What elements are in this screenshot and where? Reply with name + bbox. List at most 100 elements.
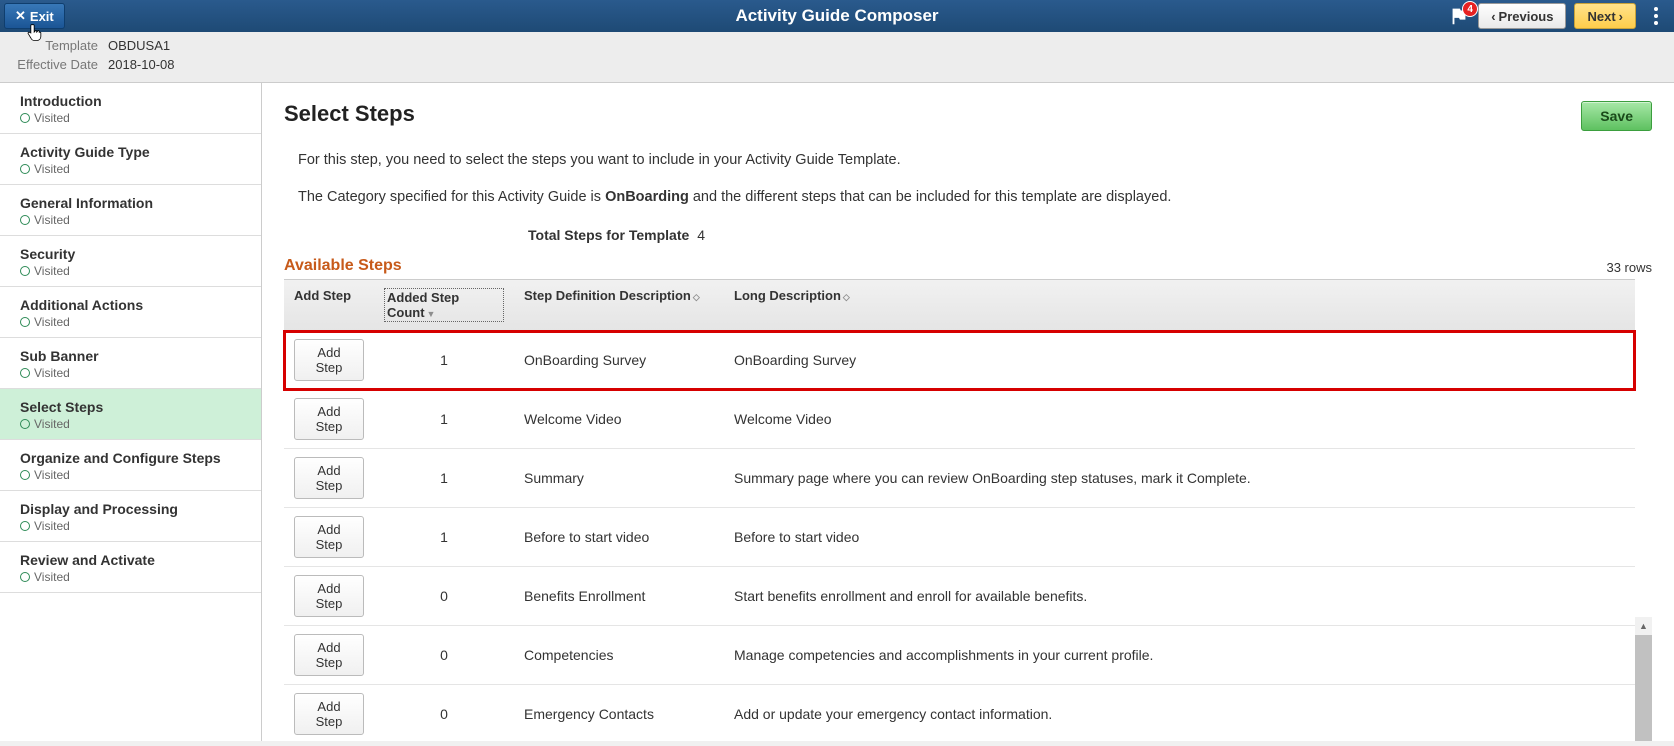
step-def-cell: Competencies — [514, 639, 724, 671]
sidebar-item-status: Visited — [20, 162, 249, 176]
banner: ✕ Exit Activity Guide Composer 4 ‹ Previ… — [0, 0, 1674, 32]
grid-header: Add Step Added Step Count▼ Step Definiti… — [284, 280, 1635, 331]
col-long-desc[interactable]: Long Description◇ — [724, 280, 1635, 330]
status-circle-icon — [20, 572, 30, 582]
long-desc-cell: Manage competencies and accomplishments … — [724, 639, 1635, 671]
template-label: Template — [0, 38, 98, 53]
add-step-button[interactable]: Add Step — [294, 693, 364, 735]
effective-date-value: 2018-10-08 — [108, 57, 175, 72]
status-circle-icon — [20, 113, 30, 123]
scroll-thumb[interactable] — [1635, 635, 1652, 741]
sidebar-item-display-and-processing[interactable]: Display and Processing Visited — [0, 491, 261, 542]
status-circle-icon — [20, 521, 30, 531]
sidebar-item-status: Visited — [20, 519, 249, 533]
long-desc-cell: Add or update your emergency contact inf… — [724, 698, 1635, 730]
page-title: Select Steps — [284, 101, 415, 127]
effective-date-label: Effective Date — [0, 57, 98, 72]
actions-menu-button[interactable] — [1644, 3, 1668, 29]
template-value: OBDUSA1 — [108, 38, 170, 53]
table-row: Add Step 0Emergency ContactsAdd or update… — [284, 685, 1635, 741]
previous-button[interactable]: ‹ Previous — [1478, 3, 1566, 29]
step-def-cell: Welcome Video — [514, 403, 724, 435]
chevron-left-icon: ‹ — [1491, 9, 1495, 24]
status-circle-icon — [20, 368, 30, 378]
col-added-count[interactable]: Added Step Count▼ — [374, 280, 514, 330]
col-add-step[interactable]: Add Step — [284, 280, 374, 330]
sidebar-item-title: Organize and Configure Steps — [20, 450, 249, 466]
sidebar-item-title: Sub Banner — [20, 348, 249, 364]
step-def-cell: Before to start video — [514, 521, 724, 553]
sidebar-item-title: General Information — [20, 195, 249, 211]
sidebar-item-organize-and-configure-steps[interactable]: Organize and Configure Steps Visited — [0, 440, 261, 491]
sidebar-item-title: Activity Guide Type — [20, 144, 249, 160]
sidebar-item-title: Display and Processing — [20, 501, 249, 517]
exit-button[interactable]: ✕ Exit — [4, 3, 65, 29]
page-banner-title: Activity Guide Composer — [735, 6, 938, 26]
sidebar-item-title: Review and Activate — [20, 552, 249, 568]
chevron-right-icon: › — [1619, 9, 1623, 24]
sidebar-item-title: Security — [20, 246, 249, 262]
sidebar: IntroductionVisitedActivity Guide TypeVi… — [0, 83, 262, 741]
close-icon: ✕ — [15, 8, 26, 24]
long-desc-cell: Summary page where you can review OnBoar… — [724, 462, 1635, 494]
intro-line-1: For this step, you need to select the st… — [298, 149, 1652, 172]
added-count-cell: 0 — [374, 698, 514, 730]
previous-label: Previous — [1499, 9, 1554, 24]
notifications-flag[interactable]: 4 — [1448, 5, 1470, 27]
sidebar-item-general-information[interactable]: General InformationVisited — [0, 185, 261, 236]
sidebar-item-security[interactable]: SecurityVisited — [0, 236, 261, 287]
add-step-button[interactable]: Add Step — [294, 339, 364, 381]
sidebar-item-status: Visited — [20, 315, 249, 329]
added-count-cell: 1 — [374, 344, 514, 376]
sidebar-item-title: Introduction — [20, 93, 249, 109]
sidebar-item-status: Visited — [20, 366, 249, 380]
step-def-cell: Benefits Enrollment — [514, 580, 724, 612]
available-steps-grid: Add Step Added Step Count▼ Step Definiti… — [284, 279, 1635, 741]
add-step-button[interactable]: Add Step — [294, 398, 364, 440]
long-desc-cell: Welcome Video — [724, 403, 1635, 435]
totals: Total Steps for Template 4 — [284, 227, 1652, 243]
intro-line-2: The Category specified for this Activity… — [298, 186, 1652, 209]
sidebar-item-sub-banner[interactable]: Sub Banner Visited — [0, 338, 261, 389]
table-row: Add Step1Welcome VideoWelcome Video — [284, 390, 1635, 449]
add-step-button[interactable]: Add Step — [294, 634, 364, 676]
layout: IntroductionVisitedActivity Guide TypeVi… — [0, 83, 1674, 741]
row-count: 33 rows — [1606, 260, 1652, 275]
scroll-up-icon[interactable]: ▲ — [1635, 617, 1652, 635]
added-count-cell: 0 — [374, 639, 514, 671]
context-bar: Template OBDUSA1 Effective Date 2018-10-… — [0, 32, 1674, 83]
exit-label: Exit — [30, 9, 54, 24]
step-def-cell: Emergency Contacts — [514, 698, 724, 730]
long-desc-cell: Start benefits enrollment and enroll for… — [724, 580, 1635, 612]
scrollbar-vertical[interactable]: ▲ ▼ — [1635, 617, 1652, 741]
next-label: Next — [1587, 9, 1615, 24]
table-row: Add Step1SummarySummary page where you c… — [284, 449, 1635, 508]
save-button[interactable]: Save — [1581, 101, 1652, 131]
sidebar-item-additional-actions[interactable]: Additional ActionsVisited — [0, 287, 261, 338]
step-def-cell: OnBoarding Survey — [514, 344, 724, 376]
notifications-badge: 4 — [1462, 1, 1478, 17]
status-circle-icon — [20, 470, 30, 480]
add-step-button[interactable]: Add Step — [294, 516, 364, 558]
added-count-cell: 0 — [374, 580, 514, 612]
sidebar-item-status: Visited — [20, 417, 249, 431]
sidebar-item-select-steps[interactable]: Select Steps Visited — [0, 389, 261, 440]
sort-desc-icon: ▼ — [427, 309, 436, 319]
sort-icon: ◇ — [843, 292, 850, 302]
status-circle-icon — [20, 164, 30, 174]
status-circle-icon — [20, 266, 30, 276]
sidebar-item-introduction[interactable]: IntroductionVisited — [0, 83, 261, 134]
long-desc-cell: OnBoarding Survey — [724, 344, 1635, 376]
status-circle-icon — [20, 215, 30, 225]
sidebar-item-activity-guide-type[interactable]: Activity Guide Type Visited — [0, 134, 261, 185]
sidebar-item-review-and-activate[interactable]: Review and ActivateVisited — [0, 542, 261, 593]
col-step-def[interactable]: Step Definition Description◇ — [514, 280, 724, 330]
sidebar-item-title: Select Steps — [20, 399, 249, 415]
added-count-cell: 1 — [374, 462, 514, 494]
sidebar-item-status: Visited — [20, 468, 249, 482]
sort-icon: ◇ — [693, 292, 700, 302]
next-button[interactable]: Next › — [1574, 3, 1636, 29]
added-count-cell: 1 — [374, 521, 514, 553]
add-step-button[interactable]: Add Step — [294, 575, 364, 617]
add-step-button[interactable]: Add Step — [294, 457, 364, 499]
